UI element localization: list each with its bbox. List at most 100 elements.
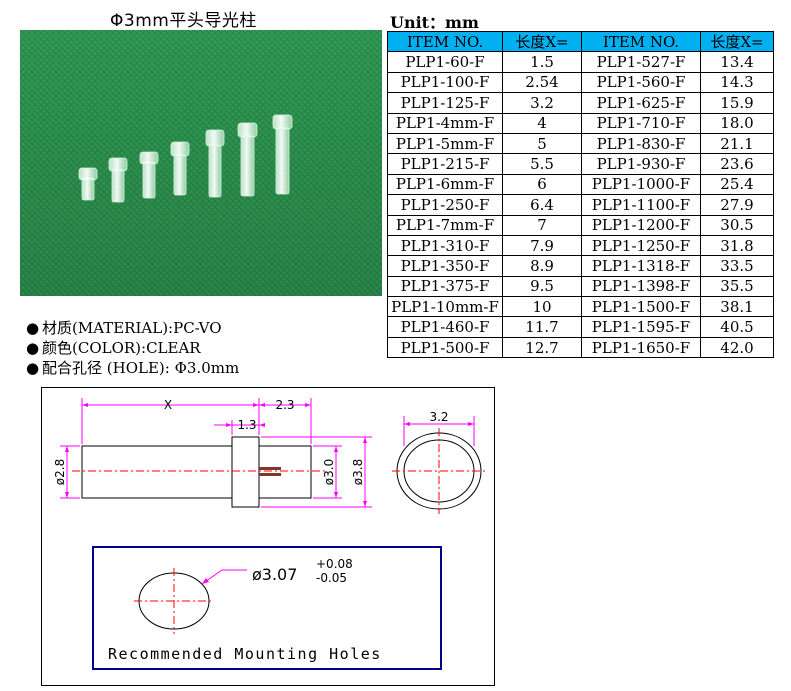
spec-table: ITEM NO. 长度X= ITEM NO. 长度X= PLP1-60-F 1.5…	[387, 30, 774, 359]
table-row: PLP1-6mm-F 6 PLP1-1000-F 25.4	[387, 173, 774, 196]
length-cell: 7	[502, 214, 582, 236]
item-no-cell: PLP1-60-F	[387, 51, 503, 73]
item-no-cell: PLP1-710-F	[581, 112, 701, 134]
spec-header-row: ITEM NO. 长度X= ITEM NO. 长度X=	[387, 30, 774, 53]
item-no-cell: PLP1-215-F	[387, 153, 503, 175]
dim-d3-0-label: ø3.0	[322, 459, 336, 485]
length-cell: 10	[502, 296, 582, 318]
item-no-cell: PLP1-1318-F	[581, 255, 701, 277]
unit-label: Unit：mm	[390, 13, 479, 32]
recommended-holes-box: ø3.07 +0.08 -0.05 Recommended Mounting H…	[92, 546, 442, 670]
item-no-cell: PLP1-830-F	[581, 132, 701, 155]
item-no-cell: PLP1-350-F	[387, 255, 503, 277]
table-row: PLP1-460-F 11.7 PLP1-1595-F 40.5	[387, 316, 774, 338]
pipe-shaft-outline	[81, 445, 233, 499]
length-cell: 21.1	[700, 132, 774, 155]
length-cell: 15.9	[700, 92, 774, 114]
item-no-cell: PLP1-460-F	[387, 316, 503, 338]
length-cell: 13.4	[700, 51, 774, 73]
light-pipe-photo	[20, 30, 382, 296]
length-cell: 14.3	[700, 71, 774, 94]
properties-list: ● 材质(MATERIAL):PC-VO ● 颜色(COLOR):CLEAR ● 配合…	[26, 318, 239, 378]
length-cell: 27.9	[700, 194, 774, 216]
item-no-cell: PLP1-625-F	[581, 92, 701, 114]
table-row: PLP1-250-F 6.4 PLP1-1100-F 27.9	[387, 194, 774, 216]
item-no-cell: PLP1-10mm-F	[387, 296, 503, 318]
length-cell: 4	[502, 112, 582, 134]
dim-x-label: X	[164, 398, 172, 412]
product-photo	[20, 30, 382, 296]
spec-table-body: PLP1-60-F 1.5 PLP1-527-F 13.4 PLP1-100-F 2.54…	[387, 51, 774, 359]
bullet-icon: ●	[26, 359, 40, 377]
bullet-icon: ●	[26, 319, 40, 337]
header-item-no-1: ITEM NO.	[387, 30, 503, 53]
length-cell: 1.5	[502, 51, 582, 73]
table-row: PLP1-100-F 2.54 PLP1-560-F 14.3	[387, 71, 774, 94]
table-row: PLP1-310-F 7.9 PLP1-1250-F 31.8	[387, 234, 774, 257]
hole-tolerance-minus: -0.05	[316, 571, 348, 585]
header-length-2: 长度X=	[700, 30, 774, 53]
length-cell: 38.1	[700, 296, 774, 318]
length-cell: 3.2	[502, 92, 582, 114]
dim-d2-8-label: ø2.8	[53, 459, 67, 485]
color-text: 颜色(COLOR):CLEAR	[42, 339, 201, 357]
item-no-cell: PLP1-7mm-F	[387, 214, 503, 236]
item-no-cell: PLP1-1200-F	[581, 214, 701, 236]
table-row: PLP1-7mm-F 7 PLP1-1200-F 30.5	[387, 214, 774, 236]
recommended-holes-label: Recommended Mounting Holes	[108, 645, 382, 663]
length-cell: 40.5	[700, 316, 774, 338]
length-cell: 5	[502, 132, 582, 155]
item-no-cell: PLP1-1398-F	[581, 275, 701, 298]
length-cell: 5.5	[502, 153, 582, 175]
pipe-collar-outline	[231, 436, 260, 508]
item-no-cell: PLP1-100-F	[387, 71, 503, 94]
hole-diameter: ø3.07	[252, 565, 298, 584]
table-row: PLP1-215-F 5.5 PLP1-930-F 23.6	[387, 153, 774, 175]
item-no-cell: PLP1-250-F	[387, 194, 503, 216]
length-cell: 33.5	[700, 255, 774, 277]
item-no-cell: PLP1-1500-F	[581, 296, 701, 318]
hole-tolerance-plus: +0.08	[316, 557, 353, 571]
length-cell: 31.8	[700, 234, 774, 257]
item-no-cell: PLP1-6mm-F	[387, 173, 503, 196]
length-cell: 2.54	[502, 71, 582, 94]
length-cell: 8.9	[502, 255, 582, 277]
length-cell: 12.7	[502, 336, 582, 359]
dim-d3-8-label: ø3.8	[351, 459, 365, 485]
item-no-cell: PLP1-930-F	[581, 153, 701, 175]
item-no-cell: PLP1-1650-F	[581, 336, 701, 359]
pipe-head-outline	[258, 445, 312, 499]
product-title: Φ3mm平头导光柱	[110, 11, 257, 31]
bullet-icon: ●	[26, 339, 40, 357]
length-cell: 6.4	[502, 194, 582, 216]
table-row: PLP1-5mm-F 5 PLP1-830-F 21.1	[387, 132, 774, 155]
material-text: 材质(MATERIAL):PC-VO	[42, 319, 222, 337]
item-no-cell: PLP1-5mm-F	[387, 132, 503, 155]
header-item-no-2: ITEM NO.	[581, 30, 701, 53]
item-no-cell: PLP1-1100-F	[581, 194, 701, 216]
table-row: PLP1-350-F 8.9 PLP1-1318-F 33.5	[387, 255, 774, 277]
item-no-cell: PLP1-1000-F	[581, 173, 701, 196]
length-cell: 18.0	[700, 112, 774, 134]
table-row: PLP1-60-F 1.5 PLP1-527-F 13.4	[387, 51, 774, 73]
dim-2-3-label: 2.3	[275, 398, 294, 412]
length-cell: 11.7	[502, 316, 582, 338]
property-hole: ● 配合孔径 (HOLE): Φ3.0mm	[26, 358, 239, 378]
item-no-cell: PLP1-4mm-F	[387, 112, 503, 134]
table-row: PLP1-4mm-F 4 PLP1-710-F 18.0	[387, 112, 774, 134]
item-no-cell: PLP1-560-F	[581, 71, 701, 94]
length-cell: 23.6	[700, 153, 774, 175]
header-length-1: 长度X=	[502, 30, 582, 53]
table-row: PLP1-10mm-F 10 PLP1-1500-F 38.1	[387, 296, 774, 318]
length-cell: 9.5	[502, 275, 582, 298]
item-no-cell: PLP1-1250-F	[581, 234, 701, 257]
dim-1-3-label: 1.3	[237, 418, 256, 432]
item-no-cell: PLP1-500-F	[387, 336, 503, 359]
length-cell: 35.5	[700, 275, 774, 298]
property-material: ● 材质(MATERIAL):PC-VO	[26, 318, 239, 338]
length-cell: 7.9	[502, 234, 582, 257]
item-no-cell: PLP1-125-F	[387, 92, 503, 114]
dim-3-2-label: 3.2	[429, 410, 448, 424]
item-no-cell: PLP1-527-F	[581, 51, 701, 73]
item-no-cell: PLP1-375-F	[387, 275, 503, 298]
